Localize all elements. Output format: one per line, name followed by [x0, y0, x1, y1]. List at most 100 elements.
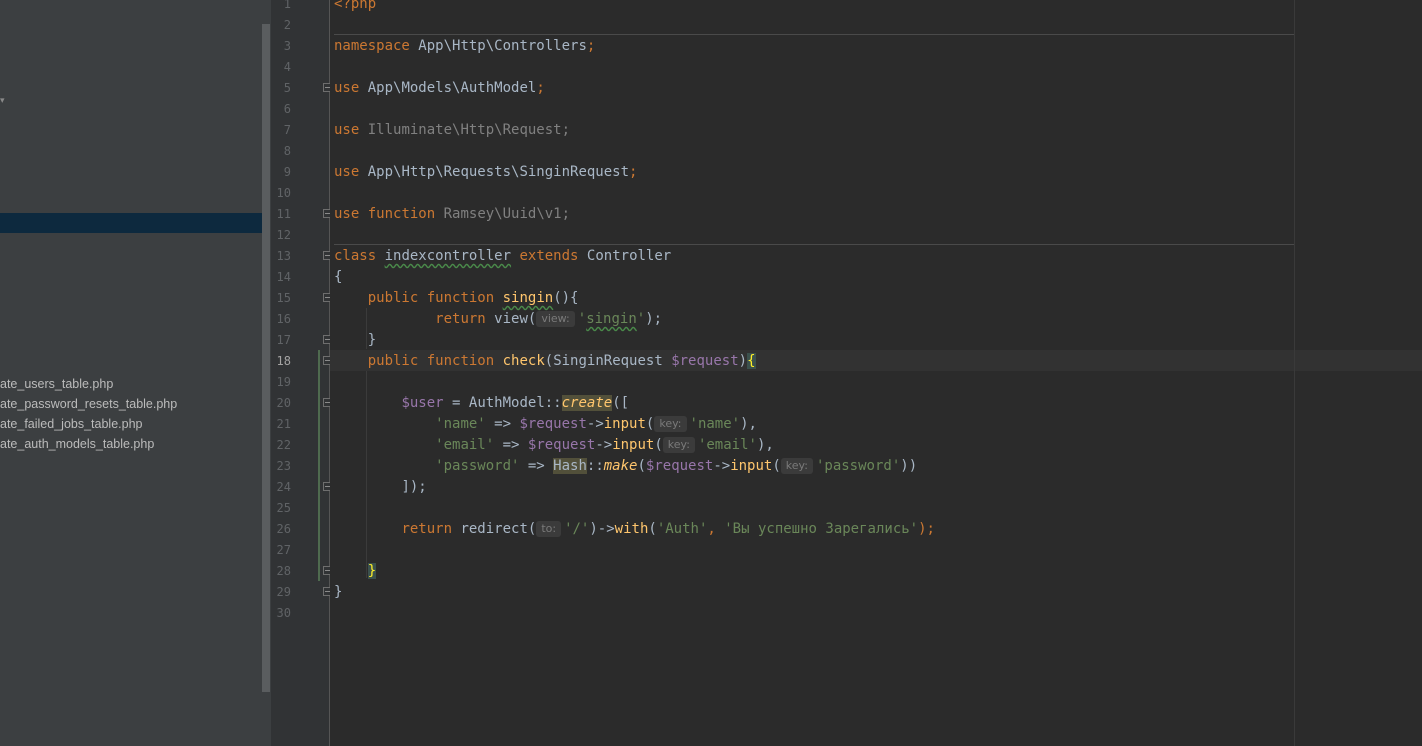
vcs-change-marker[interactable] [318, 350, 320, 581]
parameter-hint: key: [662, 437, 695, 453]
line-number: 16 [276, 312, 291, 326]
line-number: 13 [276, 249, 291, 263]
brace: { [334, 269, 343, 285]
string: singin [586, 311, 637, 327]
code-line-24: ]); [334, 477, 426, 498]
line-number: 10 [276, 186, 291, 200]
operator: => [494, 437, 528, 453]
string: 'email' [697, 437, 757, 453]
right-margin-guide [1294, 0, 1295, 746]
method-separator [334, 34, 1294, 35]
line-number: 19 [276, 375, 291, 389]
punctuation: ); [918, 521, 935, 537]
method-separator [334, 244, 1294, 245]
code-line-20: $user = AuthModel::create([ [334, 393, 629, 414]
keyword: use [334, 122, 360, 138]
line-number: 21 [276, 417, 291, 431]
line-number: 6 [283, 102, 291, 116]
line-number: 1 [283, 0, 291, 11]
code-line-21: 'name' => $request->input(key:'name'), [334, 414, 757, 435]
method-name: make [603, 458, 638, 474]
line-number: 4 [283, 60, 291, 74]
code-line-26: return redirect(to: '/')->with('Auth', 'В… [334, 519, 935, 540]
project-tool-window: ▾ ate_users_table.php ate_password_reset… [0, 0, 271, 746]
semicolon: ; [561, 206, 571, 222]
string: '/' [564, 521, 590, 537]
variable: $request [519, 416, 587, 432]
code-line-9: use App\Http\Requests\SinginRequest; [334, 162, 637, 183]
code-line-16: return view(view:'singin'); [334, 309, 662, 330]
keyword: public [367, 290, 419, 306]
unused-import-name: Illuminate\Http\Request [367, 122, 562, 138]
keyword: function [367, 206, 436, 222]
parameter-hint: key: [654, 416, 687, 432]
project-scrollbar[interactable] [262, 24, 270, 692]
punctuation: ( [637, 458, 646, 474]
operator: = [443, 395, 469, 411]
class-name: indexcontroller [384, 248, 512, 264]
keyword: return [401, 521, 453, 537]
line-number: 28 [276, 564, 291, 578]
tree-file-users-migration[interactable]: ate_users_table.php [0, 374, 113, 394]
code-line-1: <?php [334, 0, 376, 15]
tree-file-failed-jobs-migration[interactable]: ate_failed_jobs_table.php [0, 414, 142, 434]
string: 'password' [435, 458, 520, 474]
class-reference: Hash [553, 458, 587, 474]
string: 'password' [815, 458, 901, 474]
chevron-down-icon[interactable]: ▾ [0, 96, 5, 106]
code-line-29: } [334, 582, 342, 603]
operator: -> [586, 416, 604, 432]
param-type: (SinginRequest [544, 353, 672, 369]
line-number: 22 [276, 438, 291, 452]
static-call: AuthModel:: [468, 395, 562, 411]
brace: } [334, 584, 343, 600]
line-number: 8 [283, 144, 291, 158]
punctuation: ( [772, 458, 781, 474]
line-number: 15 [276, 291, 291, 305]
namespace-name: App\Http\Controllers [418, 38, 587, 54]
matched-brace: { [747, 353, 756, 369]
unused-import-name: Ramsey\Uuid\v1 [443, 206, 562, 222]
punctuation: ) [738, 353, 748, 369]
method-name: create [561, 395, 613, 411]
method-name: input [603, 416, 646, 432]
import-name: App\Models\AuthModel [367, 80, 537, 96]
brace: } [367, 332, 377, 348]
punctuation: ), [756, 437, 774, 453]
keyword: public [367, 353, 419, 369]
code-line-15: public function singin(){ [334, 288, 579, 309]
parameter-hint: view: [536, 311, 575, 327]
tree-file-password-resets-migration[interactable]: ate_password_resets_table.php [0, 394, 177, 414]
code-line-5: use App\Models\AuthModel; [334, 78, 545, 99]
string: 'Auth' [656, 521, 708, 537]
operator: => [485, 416, 520, 432]
import-name: App\Http\Requests\SinginRequest [367, 164, 630, 180]
string: 'name' [435, 416, 486, 432]
string: 'email' [435, 437, 495, 453]
code-editor[interactable]: <?php namespace App\Http\Controllers; us… [330, 0, 1422, 746]
selected-tree-row[interactable] [0, 213, 262, 233]
semicolon: ; [629, 164, 638, 180]
keyword: function [426, 290, 495, 306]
line-number: 20 [276, 396, 291, 410]
keyword: extends [519, 248, 579, 264]
line-number: 29 [276, 585, 291, 599]
line-number: 11 [276, 207, 291, 221]
editor-gutter: 1 2 3 4 5 6 7 8 9 10 11 12 13 14 15 16 1… [271, 0, 332, 746]
punctuation: )) [900, 458, 918, 474]
keyword: return [435, 311, 486, 327]
punctuation: , [707, 521, 725, 537]
line-number: 23 [276, 459, 291, 473]
string: ' [577, 311, 587, 327]
code-line-23: 'password' => Hash::make($request->input… [334, 456, 917, 477]
tree-file-auth-models-migration[interactable]: ate_auth_models_table.php [0, 434, 154, 454]
keyword: class [334, 248, 377, 264]
parameter-hint: to: [536, 521, 562, 537]
keyword: use [334, 206, 360, 222]
line-number: 7 [283, 123, 291, 137]
semicolon: ; [536, 80, 545, 96]
method-name: singin [502, 290, 554, 306]
method-name: input [612, 437, 655, 453]
string: 'Вы успешно Зарегались' [724, 521, 919, 537]
variable: $request [645, 458, 714, 474]
